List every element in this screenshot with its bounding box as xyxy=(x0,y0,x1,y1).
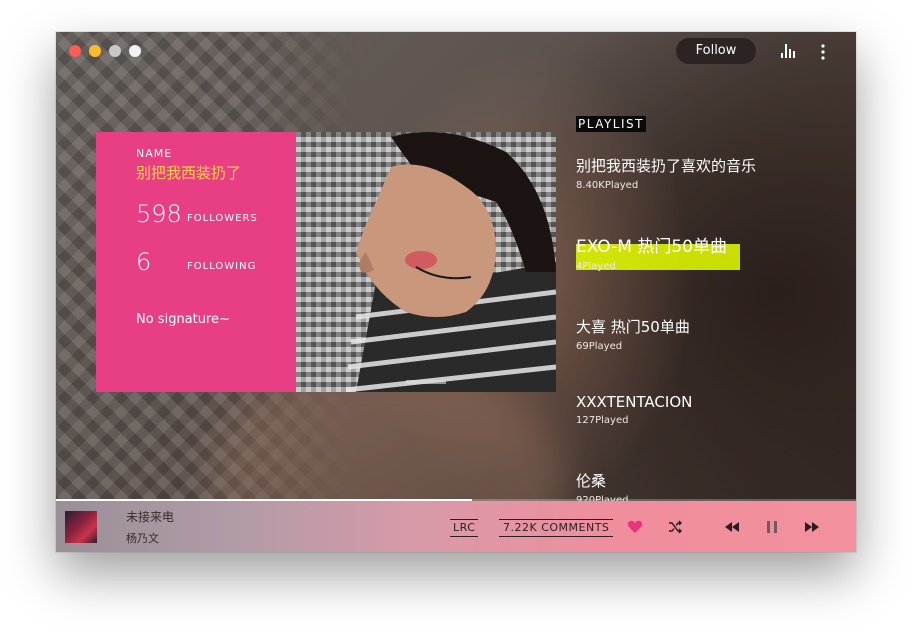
playlist-heading: PLAYLIST xyxy=(576,116,646,132)
followers-count[interactable]: 598 xyxy=(136,200,182,228)
shuffle-icon[interactable] xyxy=(668,520,682,534)
playlist-item[interactable]: XXXTENTACION 127Played xyxy=(576,393,816,426)
playlist-item-title[interactable]: EXO-M 热门50单曲 xyxy=(576,232,816,257)
comments-button[interactable]: 7.22K COMMENTS xyxy=(499,519,614,537)
name-label: NAME xyxy=(136,147,173,160)
lyrics-button[interactable]: LRC xyxy=(450,519,479,537)
more-vertical-icon[interactable] xyxy=(820,44,826,60)
playlist-item-title[interactable]: 大喜 热门50单曲 xyxy=(576,316,816,337)
previous-icon[interactable] xyxy=(725,522,739,532)
following-count[interactable]: 6 xyxy=(136,248,151,276)
playlist-item-plays: 8.40KPlayed xyxy=(576,180,639,191)
playlist-item-plays: 4Played xyxy=(576,261,616,272)
playlist-item-title[interactable]: 伦桑 xyxy=(576,470,816,491)
window-controls xyxy=(69,45,141,57)
app-window: Follow NAME 别把我西装扔了 598 FOLLOWERS 6 FOLL… xyxy=(56,32,856,552)
album-cover[interactable] xyxy=(65,511,97,543)
user-signature: No signature~ xyxy=(136,312,230,327)
following-label[interactable]: FOLLOWING xyxy=(187,261,256,272)
follow-button[interactable]: Follow xyxy=(676,38,756,64)
close-window-button[interactable] xyxy=(69,45,81,57)
song-artist[interactable]: 杨乃文 xyxy=(126,530,159,546)
next-icon[interactable] xyxy=(805,522,819,532)
minimize-window-button[interactable] xyxy=(89,45,101,57)
avatar xyxy=(296,132,556,392)
fullscreen-window-button[interactable] xyxy=(129,45,141,57)
playlist-item[interactable]: 别把我西装扔了喜欢的音乐 8.40KPlayed xyxy=(576,155,816,191)
bar-chart-icon[interactable] xyxy=(780,44,796,58)
playlist-item-title[interactable]: 别把我西装扔了喜欢的音乐 xyxy=(576,155,816,176)
profile-card: NAME 别把我西装扔了 598 FOLLOWERS 6 FOLLOWING N… xyxy=(96,132,296,392)
playlist-item[interactable]: 大喜 热门50单曲 69Played xyxy=(576,316,816,352)
pause-icon[interactable] xyxy=(767,521,777,533)
playlist-item-title[interactable]: XXXTENTACION xyxy=(576,393,816,411)
playlist-item[interactable]: EXO-M 热门50单曲 4Played xyxy=(576,232,816,272)
player-bar: 未接来电 杨乃文 LRC 7.22K COMMENTS xyxy=(56,501,856,552)
song-title: 未接来电 xyxy=(126,510,175,524)
playlist-item-plays: 127Played xyxy=(576,415,629,426)
playlist-item-plays: 69Played xyxy=(576,341,623,352)
followers-label[interactable]: FOLLOWERS xyxy=(187,213,258,224)
zoom-window-button[interactable] xyxy=(109,45,121,57)
avatar-portrait-image xyxy=(345,132,556,392)
user-name: 别把我西装扔了 xyxy=(136,164,242,182)
heart-icon[interactable] xyxy=(627,520,643,534)
